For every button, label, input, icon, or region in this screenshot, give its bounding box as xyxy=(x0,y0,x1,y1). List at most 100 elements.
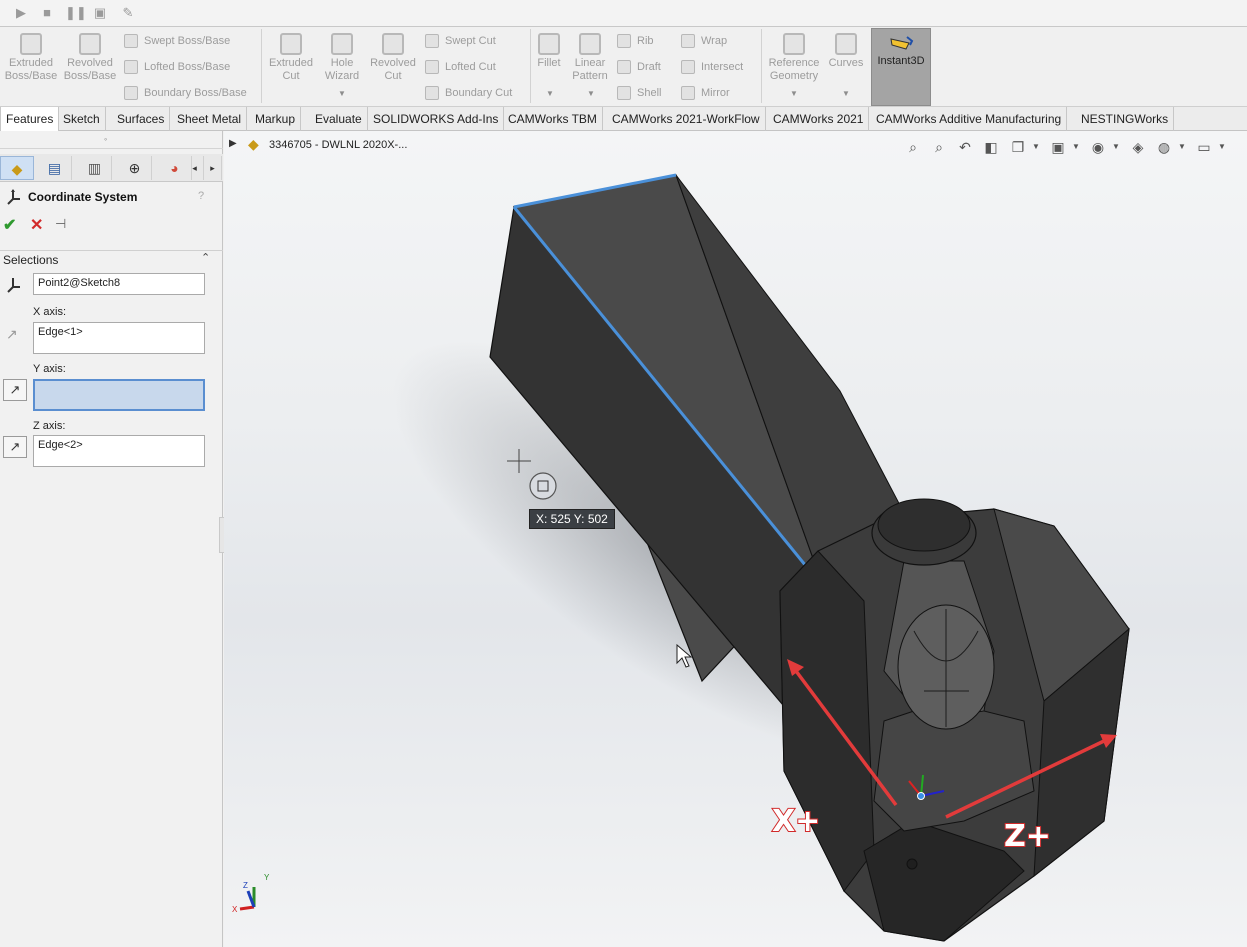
triad-y-label: Y xyxy=(264,873,270,882)
tab-solidworks-add-ins[interactable]: SOLIDWORKS Add-Ins xyxy=(368,107,505,131)
hole-wizard-dropdown-icon[interactable]: ▼ xyxy=(338,89,346,98)
boundary-boss-button[interactable]: Boundary Boss/Base xyxy=(124,86,247,101)
origin-selection-field[interactable]: Point2@Sketch8 xyxy=(33,273,205,295)
tab-nestingworks[interactable]: NESTINGWorks xyxy=(1076,107,1175,131)
linear-pattern-button[interactable]: Linear Pattern xyxy=(568,33,612,83)
tabs-scroll-left[interactable]: ◂ xyxy=(186,156,204,180)
lofted-boss-icon xyxy=(124,60,138,75)
x-axis-label: X axis: xyxy=(33,306,67,318)
linear-pattern-dropdown-icon[interactable]: ▼ xyxy=(587,89,595,98)
z-axis-selection-field[interactable]: Edge<2> xyxy=(33,435,205,467)
z-axis-label: Z axis: xyxy=(33,420,66,432)
ribbon-divider xyxy=(261,29,262,103)
tab-surfaces[interactable]: Surfaces xyxy=(112,107,171,131)
tab-evaluate[interactable]: Evaluate xyxy=(310,107,368,131)
draft-button[interactable]: Draft xyxy=(617,60,661,75)
shell-button[interactable]: Shell xyxy=(617,86,661,101)
lofted-cut-button[interactable]: Lofted Cut xyxy=(425,60,496,75)
manager-tabs: ◆ ▤ ▥ ⊕ ◕ ◂ ▸ xyxy=(0,154,223,182)
swept-cut-button[interactable]: Swept Cut xyxy=(425,34,496,49)
wrap-button[interactable]: Wrap xyxy=(681,34,727,49)
swept-boss-button[interactable]: Swept Boss/Base xyxy=(124,34,230,49)
feature-manager-tab[interactable]: ◆ xyxy=(0,156,34,180)
tab-sketch[interactable]: Sketch xyxy=(58,107,106,131)
ok-check-icon[interactable]: ✔ xyxy=(3,215,16,235)
fillet-button[interactable]: Fillet xyxy=(534,33,564,70)
curves-dropdown-icon[interactable]: ▼ xyxy=(842,89,850,98)
x-axis-direction-icon[interactable]: ↗ xyxy=(6,326,18,343)
tab-camworks-tbm[interactable]: CAMWorks TBM xyxy=(503,107,603,131)
configuration-manager-tab[interactable]: ▥ xyxy=(78,156,112,180)
curves-button[interactable]: Curves xyxy=(826,33,866,70)
intersect-icon xyxy=(681,60,695,75)
configuration-icon: ▥ xyxy=(87,160,102,176)
x-axis-selection-field[interactable]: Edge<1> xyxy=(33,322,205,354)
tab-camworks-2021-workflow[interactable]: CAMWorks 2021-WorkFlow xyxy=(607,107,766,131)
macro-edit-icon[interactable]: ✎ xyxy=(120,5,136,21)
boundary-cut-icon xyxy=(425,86,439,101)
mirror-button[interactable]: Mirror xyxy=(681,86,730,101)
extruded-cut-icon xyxy=(280,33,302,55)
ribbon-divider xyxy=(761,29,762,103)
boundary-cut-button[interactable]: Boundary Cut xyxy=(425,86,512,101)
command-manager-tabs: Features Sketch Surfaces Sheet Metal Mar… xyxy=(0,107,1247,131)
draft-icon xyxy=(617,60,631,75)
triad-z-label: Z xyxy=(243,881,248,890)
head-left-face[interactable] xyxy=(779,550,875,892)
revolved-boss-button[interactable]: Revolved Boss/Base xyxy=(63,33,117,83)
lofted-boss-button[interactable]: Lofted Boss/Base xyxy=(124,60,230,75)
pause-icon[interactable]: ❚❚ xyxy=(65,5,87,21)
coordinate-readout-tooltip: X: 525 Y: 502 xyxy=(529,509,615,529)
y-axis-reverse-button[interactable]: ↗ xyxy=(3,379,27,401)
stop-icon[interactable]: ■ xyxy=(39,5,55,21)
z-axis-reverse-button[interactable]: ↗ xyxy=(3,436,27,458)
reverse-direction-icon: ↗ xyxy=(9,382,21,397)
chevron-left-icon: ◂ xyxy=(192,163,197,173)
instant3d-button[interactable]: Instant3D xyxy=(871,28,931,106)
section-divider xyxy=(0,250,223,251)
tab-sheet-metal[interactable]: Sheet Metal xyxy=(172,107,248,131)
tab-features[interactable]: Features xyxy=(0,107,60,131)
tab-camworks-additive-manufacturing[interactable]: CAMWorks Additive Manufacturing xyxy=(871,107,1068,131)
property-list-icon: ▤ xyxy=(47,160,62,176)
panel-splitter[interactable]: ◦ xyxy=(0,134,223,149)
crosshair-icon: ⊕ xyxy=(128,160,141,176)
extruded-cut-button[interactable]: Extruded Cut xyxy=(266,33,316,83)
coordinate-system-icon xyxy=(7,189,20,205)
rib-button[interactable]: Rib xyxy=(617,34,654,49)
help-icon[interactable]: ? xyxy=(198,190,204,202)
hole-wizard-button[interactable]: Hole Wizard xyxy=(318,33,366,83)
screw-hole xyxy=(906,858,918,870)
selections-section-header[interactable]: Selections xyxy=(3,253,58,267)
chevron-up-icon[interactable]: ⌃ xyxy=(201,251,210,264)
reference-geometry-dropdown-icon[interactable]: ▼ xyxy=(790,89,798,98)
wrap-icon xyxy=(681,34,695,49)
pushpin-icon[interactable]: ⊣ xyxy=(55,216,66,232)
dimxpert-manager-tab[interactable]: ⊕ xyxy=(118,156,152,180)
tab-markup[interactable]: Markup xyxy=(250,107,302,131)
x-plus-callout: X+ xyxy=(771,803,821,840)
fillet-dropdown-icon[interactable]: ▼ xyxy=(546,89,554,98)
extruded-boss-button[interactable]: Extruded Boss/Base xyxy=(4,33,58,83)
graphics-viewport[interactable]: ▶ ◆ 3346705 - DWLNL 2020X-... ⌕ ⌕ ↶ ◧ ❐ … xyxy=(224,131,1247,947)
cancel-x-icon[interactable]: ✕ xyxy=(30,215,43,235)
intersect-button[interactable]: Intersect xyxy=(681,60,743,75)
origin-point[interactable] xyxy=(917,792,925,800)
chevron-right-icon: ▸ xyxy=(210,163,215,173)
property-manager-tab[interactable]: ▤ xyxy=(38,156,72,180)
triad-x-axis xyxy=(239,905,255,911)
revolved-cut-button[interactable]: Revolved Cut xyxy=(368,33,418,83)
rib-icon xyxy=(617,34,631,49)
triad-x-label: X xyxy=(232,905,238,914)
play-icon[interactable]: ▶ xyxy=(13,5,29,21)
macro-new-icon[interactable]: ▣ xyxy=(92,5,108,21)
appearance-icon: ◕ xyxy=(170,160,179,176)
revolved-cut-icon xyxy=(382,33,404,55)
linear-pattern-icon xyxy=(579,33,601,55)
y-axis-selection-field[interactable] xyxy=(33,379,205,411)
quick-access-toolbar: ▶ ■ ❚❚ ▣ ✎ xyxy=(0,0,1247,27)
tab-camworks-2021[interactable]: CAMWorks 2021 xyxy=(768,107,870,131)
tabs-scroll-right[interactable]: ▸ xyxy=(204,156,222,180)
reverse-direction-icon: ↗ xyxy=(9,439,21,454)
reference-geometry-button[interactable]: Reference Geometry xyxy=(764,33,824,83)
